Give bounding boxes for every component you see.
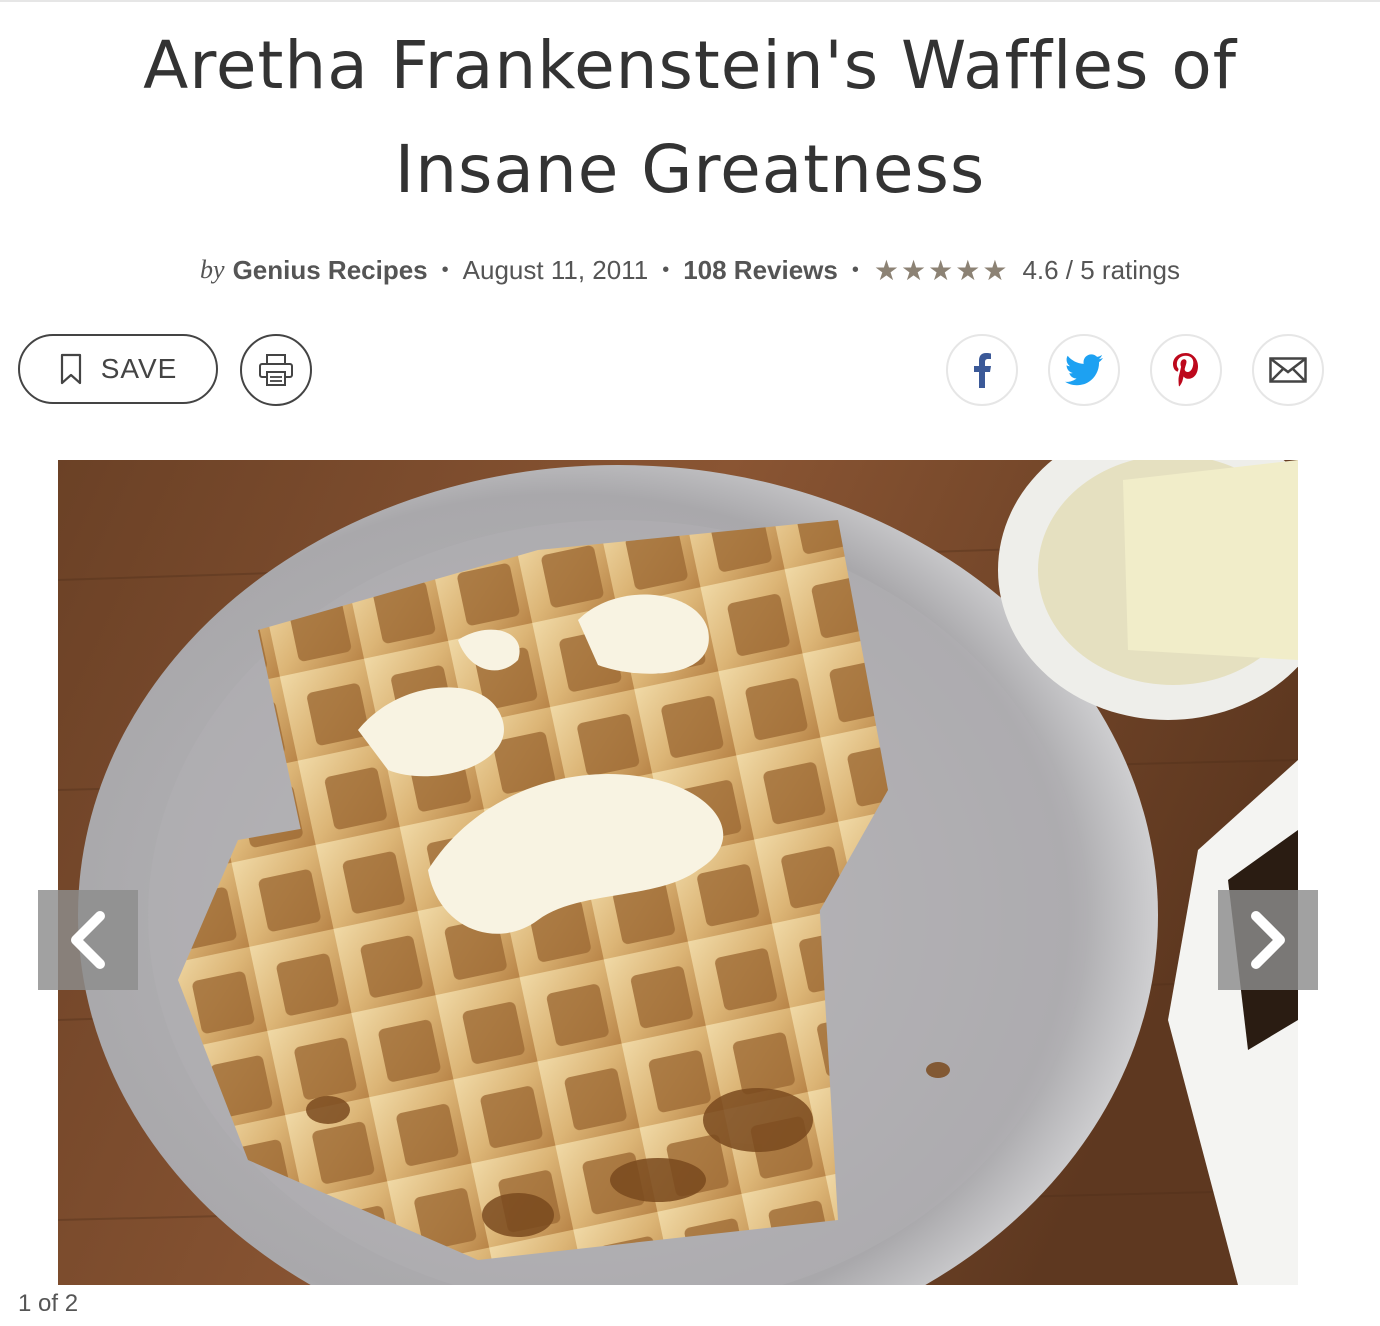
bookmark-icon: [60, 353, 81, 385]
star-rating[interactable]: ★ ★ ★ ★ ★: [873, 254, 1009, 287]
share-twitter-button[interactable]: [1048, 334, 1120, 406]
save-label: SAVE: [100, 353, 178, 384]
author-link[interactable]: Genius Recipes: [233, 255, 428, 286]
separator-dot: •: [851, 258, 859, 281]
share-pinterest-button[interactable]: [1150, 334, 1222, 406]
twitter-icon: [1065, 354, 1103, 386]
gallery-counter: 1 of 2: [18, 1290, 79, 1317]
separator-dot: •: [662, 258, 670, 281]
envelope-icon: [1269, 357, 1307, 383]
star-icon: ★: [901, 254, 927, 286]
share-email-button[interactable]: [1252, 334, 1324, 406]
chevron-right-icon: [1251, 911, 1285, 969]
gallery-prev-button[interactable]: [38, 890, 138, 990]
chevron-left-icon: [71, 911, 105, 969]
save-button[interactable]: SAVE: [18, 334, 218, 404]
star-half-icon: ★: [982, 254, 1008, 286]
gallery-next-button[interactable]: [1218, 890, 1318, 990]
byline-prefix: by: [200, 255, 225, 284]
reviews-link[interactable]: 108 Reviews: [683, 255, 838, 286]
recipe-photo-gallery[interactable]: [58, 460, 1298, 1285]
title-line-1: Aretha Frankenstein's Waffles of: [143, 27, 1237, 104]
star-icon: ★: [955, 254, 981, 286]
publish-date: August 11, 2011: [462, 254, 649, 285]
share-facebook-button[interactable]: [946, 334, 1018, 406]
recipe-page: Aretha Frankenstein's Waffles of Insane …: [0, 0, 1380, 1326]
rating-text: 4.6 / 5 ratings: [1022, 254, 1180, 285]
print-button[interactable]: [240, 334, 312, 406]
top-divider: [0, 0, 1380, 2]
star-icon: ★: [928, 254, 954, 286]
printer-icon: [259, 354, 293, 386]
separator-dot: •: [441, 258, 449, 281]
recipe-meta: by Genius Recipes • August 11, 2011 • 10…: [0, 250, 1380, 290]
facebook-icon: [974, 353, 991, 388]
pinterest-icon: [1173, 353, 1198, 387]
star-icon: ★: [873, 254, 899, 286]
title-line-2: Insane Greatness: [394, 131, 986, 208]
recipe-photo: [58, 460, 1298, 1285]
recipe-title: Aretha Frankenstein's Waffles of Insane …: [0, 14, 1380, 222]
